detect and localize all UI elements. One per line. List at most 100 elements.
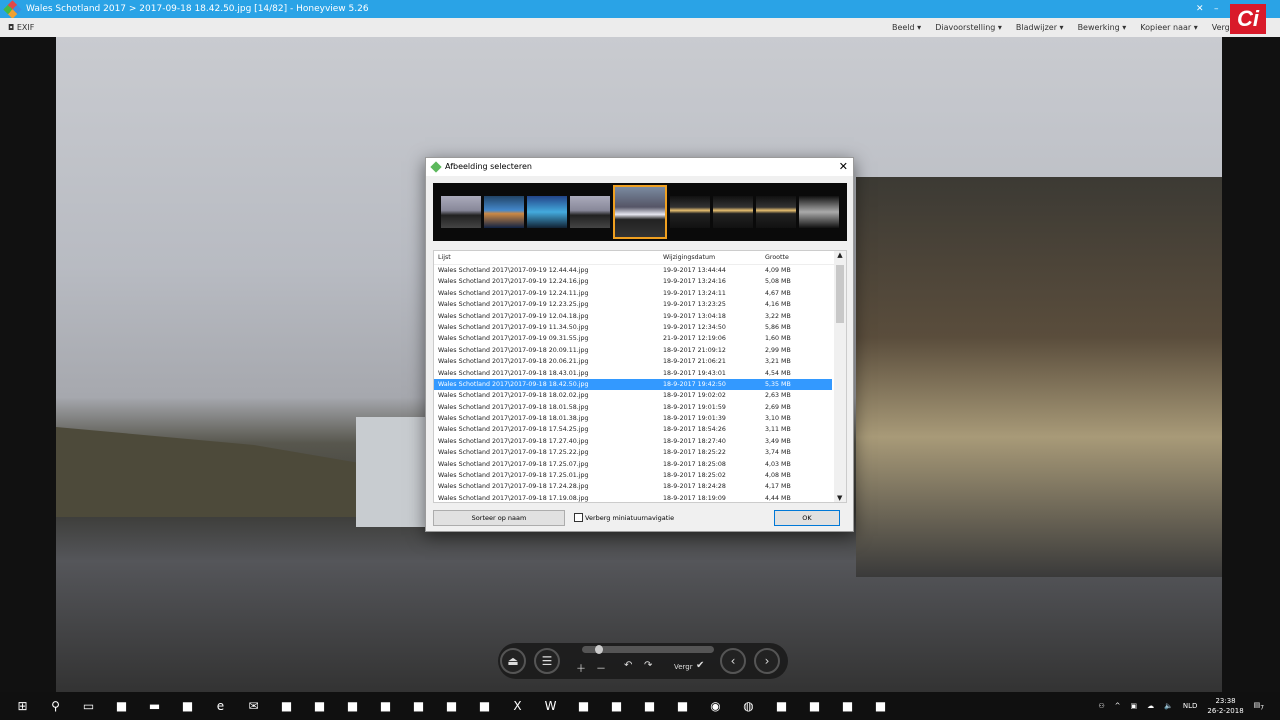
list-row[interactable]: Wales Schotland 2017\2017-09-19 12.24.11… (434, 288, 832, 299)
list-row[interactable]: Wales Schotland 2017\2017-09-18 18.02.02… (434, 390, 832, 401)
camera-icon[interactable]: ■ (831, 699, 864, 713)
list-row[interactable]: Wales Schotland 2017\2017-09-18 17.19.08… (434, 493, 832, 502)
file-icon[interactable]: ■ (171, 699, 204, 713)
excel-icon[interactable]: X (501, 699, 534, 713)
thumbnail[interactable] (756, 196, 796, 228)
menu-icon[interactable]: ☰ (534, 648, 560, 674)
honeyview-icon[interactable]: ■ (864, 699, 897, 713)
list-row[interactable]: Wales Schotland 2017\2017-09-19 12.23.25… (434, 299, 832, 310)
people-icon[interactable]: ⚇ (1098, 702, 1104, 710)
feather-icon[interactable]: ■ (369, 699, 402, 713)
list-row[interactable]: Wales Schotland 2017\2017-09-18 17.25.07… (434, 459, 832, 470)
scroll-down-icon[interactable]: ▼ (837, 494, 842, 502)
remote-desktop-icon[interactable]: ■ (600, 699, 633, 713)
list-row[interactable]: Wales Schotland 2017\2017-09-18 20.06.21… (434, 356, 832, 367)
slider-handle[interactable] (595, 645, 604, 654)
show-hidden-icon[interactable]: ^ (1115, 702, 1121, 710)
language-indicator[interactable]: NLD (1183, 702, 1198, 710)
list-row[interactable]: Wales Schotland 2017\2017-09-18 17.54.25… (434, 424, 832, 435)
previous-icon[interactable]: ‹ (720, 648, 746, 674)
zoom-in-icon[interactable]: ＋ (576, 660, 586, 675)
thumbnail[interactable] (527, 196, 567, 228)
chrome-icon[interactable]: ◉ (699, 699, 732, 713)
file-explorer-icon[interactable]: ■ (105, 699, 138, 713)
thumbnail[interactable] (441, 196, 481, 228)
position-slider[interactable] (582, 645, 714, 654)
onedrive-icon[interactable]: ☁ (1147, 702, 1154, 710)
start-icon[interactable]: ⊞ (6, 699, 39, 713)
zoom-out-icon[interactable]: － (596, 660, 606, 675)
list-row[interactable]: Wales Schotland 2017\2017-09-18 17.24.28… (434, 481, 832, 492)
close-button[interactable]: ✕ (839, 158, 848, 176)
list-row[interactable]: Wales Schotland 2017\2017-09-18 20.09.11… (434, 345, 832, 356)
list-row[interactable]: Wales Schotland 2017\2017-09-19 09.31.55… (434, 333, 832, 344)
rotate-right-icon[interactable]: ↷ (644, 660, 652, 671)
menu-bewerking[interactable]: Bewerking (1078, 18, 1127, 37)
scrollbar-thumb[interactable] (836, 265, 844, 323)
exif-button[interactable]: ◘ EXIF (8, 18, 34, 37)
action-center-icon[interactable]: ▤7 (1254, 701, 1264, 711)
list-row[interactable]: Wales Schotland 2017\2017-09-18 18.01.58… (434, 402, 832, 413)
list-row[interactable]: Wales Schotland 2017\2017-09-18 17.25.22… (434, 447, 832, 458)
mail-icon[interactable]: ✉ (237, 699, 270, 713)
menu-beeld[interactable]: Beeld (892, 18, 921, 37)
next-icon[interactable]: › (754, 648, 780, 674)
ok-button[interactable]: OK (774, 510, 840, 526)
sort-by-name-button[interactable]: Sorteer op naam (433, 510, 565, 526)
rotate-left-icon[interactable]: ↶ (624, 660, 632, 671)
menu-kopieer-naar[interactable]: Kopieer naar (1140, 18, 1197, 37)
list-row[interactable]: Wales Schotland 2017\2017-09-18 17.25.01… (434, 470, 832, 481)
zoom-label[interactable]: Vergr (674, 663, 693, 671)
task-view-icon[interactable]: ▭ (72, 699, 105, 713)
modified-date: 19-9-2017 13:24:11 (663, 289, 726, 297)
menu-bladwijzer[interactable]: Bladwijzer (1016, 18, 1064, 37)
list-row[interactable]: Wales Schotland 2017\2017-09-18 18.01.38… (434, 413, 832, 424)
file-list[interactable]: Lijst Wijzigingsdatum Grootte Wales Scho… (433, 250, 847, 503)
thumbnail-selected[interactable] (613, 185, 667, 239)
camtasia-recorder-icon[interactable]: ■ (303, 699, 336, 713)
eject-icon[interactable]: ⏏ (500, 648, 526, 674)
column-size[interactable]: Grootte (765, 251, 789, 265)
check-icon[interactable]: ✔ (696, 660, 704, 671)
thumbnail-strip[interactable] (433, 183, 847, 241)
list-header: Lijst Wijzigingsdatum Grootte (434, 251, 846, 265)
volume-icon[interactable]: 🔈 (1164, 702, 1173, 710)
search-icon[interactable]: ⚲ (39, 699, 72, 713)
list-row[interactable]: Wales Schotland 2017\2017-09-18 18.43.01… (434, 368, 832, 379)
edge-icon[interactable]: e (204, 699, 237, 713)
firefox-icon[interactable]: ◍ (732, 699, 765, 713)
list-row[interactable]: Wales Schotland 2017\2017-09-19 12.04.18… (434, 311, 832, 322)
list-row[interactable]: Wales Schotland 2017\2017-09-19 12.24.16… (434, 276, 832, 287)
minimize-button[interactable]: – (1214, 0, 1219, 18)
checkbox-box[interactable] (574, 513, 583, 522)
hide-thumbnails-checkbox[interactable]: Verberg miniatuurnavigatie (574, 513, 674, 522)
outlook-icon[interactable]: ■ (666, 699, 699, 713)
thumbnail[interactable] (670, 196, 710, 228)
column-name[interactable]: Lijst (438, 251, 451, 265)
pdf-icon[interactable]: ■ (567, 699, 600, 713)
word-icon[interactable]: W (534, 699, 567, 713)
camtasia-icon[interactable]: ■ (270, 699, 303, 713)
clock[interactable]: 23:38 26-2-2018 (1207, 696, 1243, 716)
list-row[interactable]: Wales Schotland 2017\2017-09-18 17.27.40… (434, 436, 832, 447)
scrollbar[interactable]: ▲ ▼ (834, 251, 846, 502)
internet-explorer-icon[interactable]: ■ (633, 699, 666, 713)
menu-diavoorstelling[interactable]: Diavoorstelling (935, 18, 1002, 37)
list-row[interactable]: Wales Schotland 2017\2017-09-19 11.34.50… (434, 322, 832, 333)
list-row-selected[interactable]: Wales Schotland 2017\2017-09-18 18.42.50… (434, 378, 832, 391)
globe-icon[interactable]: ■ (798, 699, 831, 713)
thumbnail[interactable] (570, 196, 610, 228)
column-date[interactable]: Wijzigingsdatum (663, 251, 715, 265)
green-app-icon[interactable]: ■ (468, 699, 501, 713)
acrobat-icon[interactable]: ■ (435, 699, 468, 713)
thumbnail[interactable] (713, 196, 753, 228)
notepad-icon[interactable]: ■ (336, 699, 369, 713)
browser-icon[interactable]: ■ (402, 699, 435, 713)
thumbnail[interactable] (799, 196, 839, 228)
thumbnail[interactable] (484, 196, 524, 228)
fullscreen-icon[interactable]: ✕ (1196, 0, 1204, 18)
network-icon[interactable]: ▣ (1131, 702, 1138, 710)
folder-icon[interactable]: ▬ (138, 699, 171, 713)
list-row[interactable]: Wales Schotland 2017\2017-09-19 12.44.44… (434, 265, 832, 276)
app-icon[interactable]: ■ (765, 699, 798, 713)
